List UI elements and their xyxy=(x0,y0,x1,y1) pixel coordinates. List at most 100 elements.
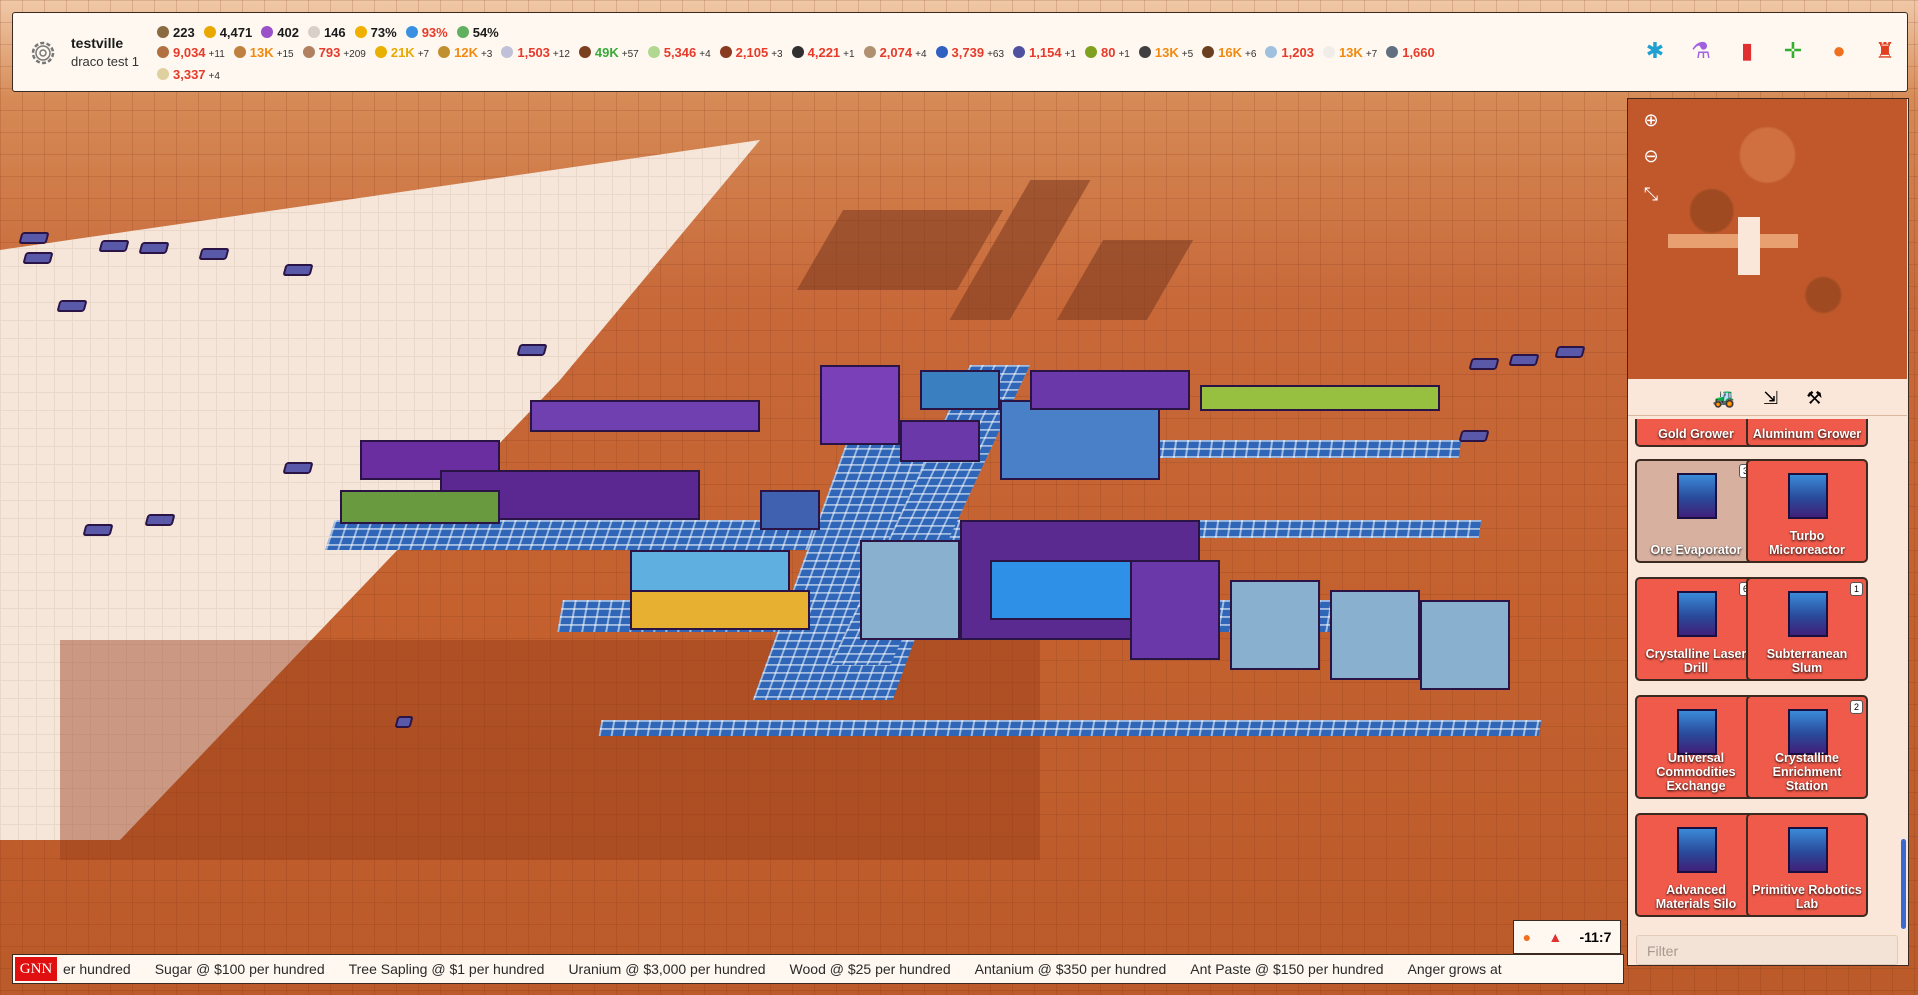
vehicle[interactable] xyxy=(82,524,114,536)
water-icon xyxy=(405,26,418,38)
building-card-label: Crystalline Enrichment Station xyxy=(1772,751,1842,793)
resource-item: 2,074 +4 xyxy=(863,43,927,65)
building[interactable] xyxy=(900,420,980,462)
building-thumbnail xyxy=(1677,473,1717,519)
city-info: testville draco test 1 xyxy=(71,35,139,69)
resource-delta: +11 xyxy=(208,49,225,60)
resource-item: 1,203 xyxy=(1265,43,1314,63)
resource-value: 402 xyxy=(277,25,299,40)
vehicle[interactable] xyxy=(98,240,130,252)
ticker-item: Sugar @ $100 per hundred xyxy=(154,961,325,977)
building-catalog: Gold Grower Aluminum Grower Ore Evaporator… xyxy=(1628,419,1907,924)
building-card[interactable]: Aluminum Grower xyxy=(1746,419,1868,447)
helmet-icon[interactable]: ● xyxy=(1827,37,1851,65)
minimap-city-marker xyxy=(1738,217,1760,275)
minimap[interactable]: ⊕ ⊖ ⤡ xyxy=(1628,99,1907,379)
citizen-icon[interactable]: ✱ xyxy=(1643,37,1667,65)
building-card[interactable]: Subterranean Slum 1 xyxy=(1746,577,1868,681)
resource-item: 13K +5 xyxy=(1138,43,1193,65)
resource-item: 80 +1 xyxy=(1085,43,1130,65)
building[interactable] xyxy=(1420,600,1510,690)
building[interactable] xyxy=(630,590,810,630)
building[interactable] xyxy=(860,540,960,640)
vehicle[interactable] xyxy=(1468,358,1500,370)
catalog-scrollbar[interactable] xyxy=(1901,839,1906,929)
robot-icon[interactable]: ♜ xyxy=(1873,37,1897,65)
canister-icon xyxy=(1138,46,1151,58)
building-card-label: Advanced Materials Silo xyxy=(1655,883,1737,911)
coin-icon xyxy=(203,26,216,38)
resource-value: 223 xyxy=(173,25,195,40)
zoom-in-icon[interactable]: ⊕ xyxy=(1638,107,1664,133)
vehicle[interactable] xyxy=(516,344,548,356)
sugar-icon xyxy=(1322,46,1335,58)
vehicle[interactable] xyxy=(56,300,88,312)
building[interactable] xyxy=(1130,560,1220,660)
tab-shrink-icon[interactable]: ⇲ xyxy=(1763,388,1778,409)
vehicle[interactable] xyxy=(1554,346,1586,358)
resource-value: 80 xyxy=(1101,45,1116,60)
resource-item: 5,346 +4 xyxy=(647,43,711,65)
building[interactable] xyxy=(1030,370,1190,410)
potion-tool-icon[interactable]: ⚗ xyxy=(1689,37,1713,65)
vehicle[interactable] xyxy=(18,232,50,244)
zoom-out-icon[interactable]: ⊖ xyxy=(1638,143,1664,169)
vehicle[interactable] xyxy=(1508,354,1540,366)
top-toolbar: ✱ ⚗ ▮ ✛ ● ♜ xyxy=(1643,37,1897,65)
vehicle[interactable] xyxy=(282,462,314,474)
resource-delta: +57 xyxy=(621,49,639,60)
vehicle[interactable] xyxy=(282,264,314,276)
resource-value: 13K xyxy=(249,45,274,60)
ticker-item: Tree Sapling @ $1 per hundred xyxy=(348,961,545,977)
ticker-item: Uranium @ $3,000 per hundred xyxy=(568,961,766,977)
building[interactable] xyxy=(920,370,1000,410)
resource-value: 93% xyxy=(421,25,448,40)
resource-value: 12K xyxy=(454,45,478,60)
ore-icon xyxy=(302,46,315,58)
building-card[interactable]: Gold Grower xyxy=(1635,419,1757,447)
building[interactable] xyxy=(1330,590,1420,680)
building-card[interactable]: Advanced Materials Silo xyxy=(1635,813,1757,917)
flask-icon xyxy=(456,26,469,38)
collapse-map-icon[interactable]: ⤡ xyxy=(1638,181,1664,207)
vehicle[interactable] xyxy=(198,248,230,260)
tab-build-icon[interactable]: 🚜 xyxy=(1713,388,1735,409)
time-indicator: ● ▲ -11:7 xyxy=(1513,920,1621,954)
resource-item: 12K +3 xyxy=(438,43,492,65)
road xyxy=(1148,440,1462,458)
resource-item: 793 +209 xyxy=(302,43,366,65)
building-card[interactable]: Crystalline Laser Drill6 xyxy=(1635,577,1757,681)
move-icon[interactable]: ✛ xyxy=(1781,37,1805,65)
building-thumbnail xyxy=(1788,591,1828,637)
lightning-icon xyxy=(354,26,367,38)
building[interactable] xyxy=(1230,580,1320,670)
building-card[interactable]: Universal Commodities Exchange xyxy=(1635,695,1757,799)
building-card[interactable]: Turbo Microreactor xyxy=(1746,459,1868,563)
vehicle[interactable] xyxy=(144,514,176,526)
building-card-label: Universal Commodities Exchange xyxy=(1656,751,1736,793)
building[interactable] xyxy=(340,490,500,524)
tab-tools-icon[interactable]: ⚒ xyxy=(1806,388,1822,409)
building[interactable] xyxy=(760,490,820,530)
resource-item: 54% xyxy=(456,23,499,43)
building-card[interactable]: Primitive Robotics Lab xyxy=(1746,813,1868,917)
resource-item: 146 xyxy=(307,23,346,43)
building-thumbnail xyxy=(1677,709,1717,755)
filter-input[interactable]: Filter xyxy=(1636,935,1898,965)
settings-gear-icon[interactable] xyxy=(27,37,59,69)
sausage-icon xyxy=(719,46,732,58)
vehicle[interactable] xyxy=(22,252,54,264)
building[interactable] xyxy=(1200,385,1440,411)
building-card[interactable]: Ore Evaporator3 xyxy=(1635,459,1757,563)
vehicle[interactable] xyxy=(1458,430,1490,442)
building[interactable] xyxy=(1000,400,1160,480)
building[interactable] xyxy=(530,400,760,432)
resource-value: 3,739 xyxy=(951,45,985,60)
resource-value: 73% xyxy=(370,25,397,40)
vehicle[interactable] xyxy=(138,242,170,254)
resource-list: 223 4,471 402 146 73% 93% 54% 9,034 +11 13K +15 79… xyxy=(157,23,1607,87)
building[interactable] xyxy=(820,365,900,445)
resource-value: 13K xyxy=(1154,45,1179,60)
bookmark-icon[interactable]: ▮ xyxy=(1735,37,1759,65)
building-card[interactable]: Crystalline Enrichment Station 2 xyxy=(1746,695,1868,799)
